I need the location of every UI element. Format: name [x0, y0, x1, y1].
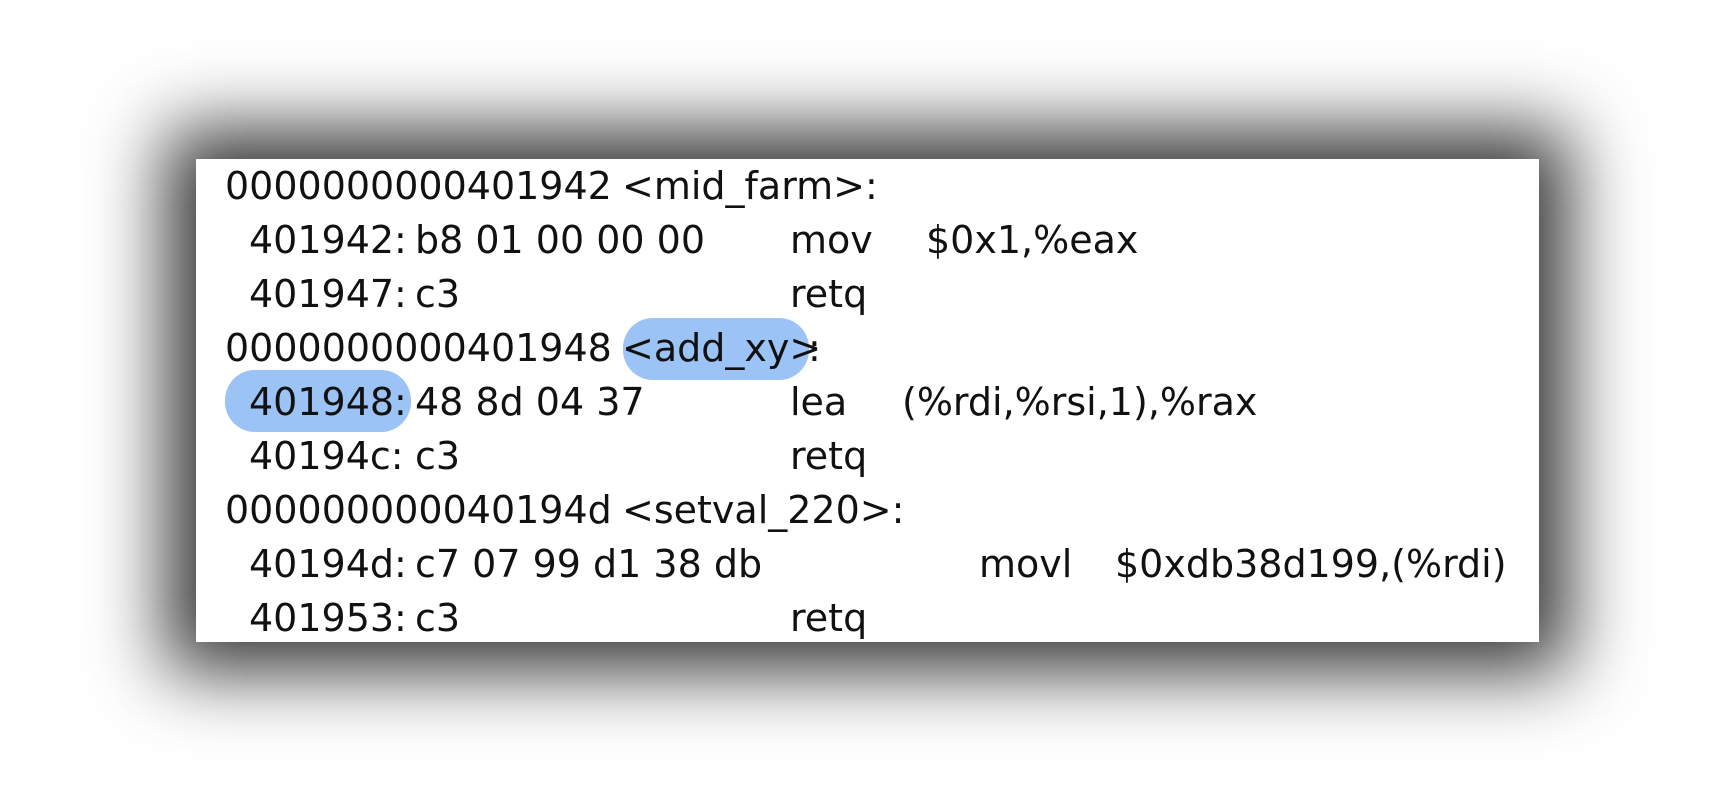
instruction-bytes: c3 — [415, 434, 461, 478]
instruction-mnemonic: retq — [790, 434, 868, 478]
instruction-row: 401948: 48 8d 04 37 lea (%rdi,%rsi,1),%r… — [196, 375, 1539, 429]
function-symbol: <mid_farm>: — [622, 164, 878, 208]
instruction-bytes: 48 8d 04 37 — [415, 380, 645, 424]
instruction-operands: (%rdi,%rsi,1),%rax — [902, 380, 1258, 424]
function-label-row: 0000000000401948 <add_xy> : — [196, 321, 1539, 375]
instruction-address: 401942: — [249, 218, 407, 262]
instruction-mnemonic: retq — [790, 596, 868, 640]
function-symbol-colon: : — [808, 326, 821, 370]
instruction-address: 40194c: — [249, 434, 404, 478]
instruction-bytes: b8 01 00 00 00 — [415, 218, 706, 262]
screenshot-stage: 0000000000401942 <mid_farm>: 401942: b8 … — [0, 0, 1730, 800]
function-label-row: 000000000040194d <setval_220>: — [196, 483, 1539, 537]
instruction-row: 40194c: c3 retq — [196, 429, 1539, 483]
instruction-bytes: c7 07 99 d1 38 db — [415, 542, 763, 586]
instruction-address: 401947: — [249, 272, 407, 316]
disassembly-listing: 0000000000401942 <mid_farm>: 401942: b8 … — [196, 159, 1539, 642]
instruction-row: 401947: c3 retq — [196, 267, 1539, 321]
instruction-operands: $0x1,%eax — [926, 218, 1139, 262]
disassembly-panel: 0000000000401942 <mid_farm>: 401942: b8 … — [196, 159, 1539, 642]
instruction-mnemonic: mov — [790, 218, 873, 262]
function-address: 0000000000401948 — [225, 326, 612, 370]
function-symbol-highlighted: <add_xy> — [622, 326, 822, 370]
instruction-address: 401953: — [249, 596, 407, 640]
instruction-row: 40194d: c7 07 99 d1 38 db movl $0xdb38d1… — [196, 537, 1539, 591]
instruction-mnemonic: movl — [979, 542, 1073, 586]
instruction-mnemonic: retq — [790, 272, 868, 316]
instruction-address: 40194d: — [249, 542, 407, 586]
function-address: 0000000000401942 — [225, 164, 612, 208]
instruction-operands: $0xdb38d199,(%rdi) — [1115, 542, 1507, 586]
instruction-bytes: c3 — [415, 272, 461, 316]
function-label-row: 0000000000401942 <mid_farm>: — [196, 159, 1539, 213]
function-symbol: <setval_220>: — [622, 488, 905, 532]
instruction-row: 401953: c3 retq — [196, 591, 1539, 645]
instruction-mnemonic: lea — [790, 380, 848, 424]
instruction-row: 401942: b8 01 00 00 00 mov $0x1,%eax — [196, 213, 1539, 267]
instruction-bytes: c3 — [415, 596, 461, 640]
function-address: 000000000040194d — [225, 488, 612, 532]
instruction-address-highlighted: 401948: — [249, 380, 407, 424]
